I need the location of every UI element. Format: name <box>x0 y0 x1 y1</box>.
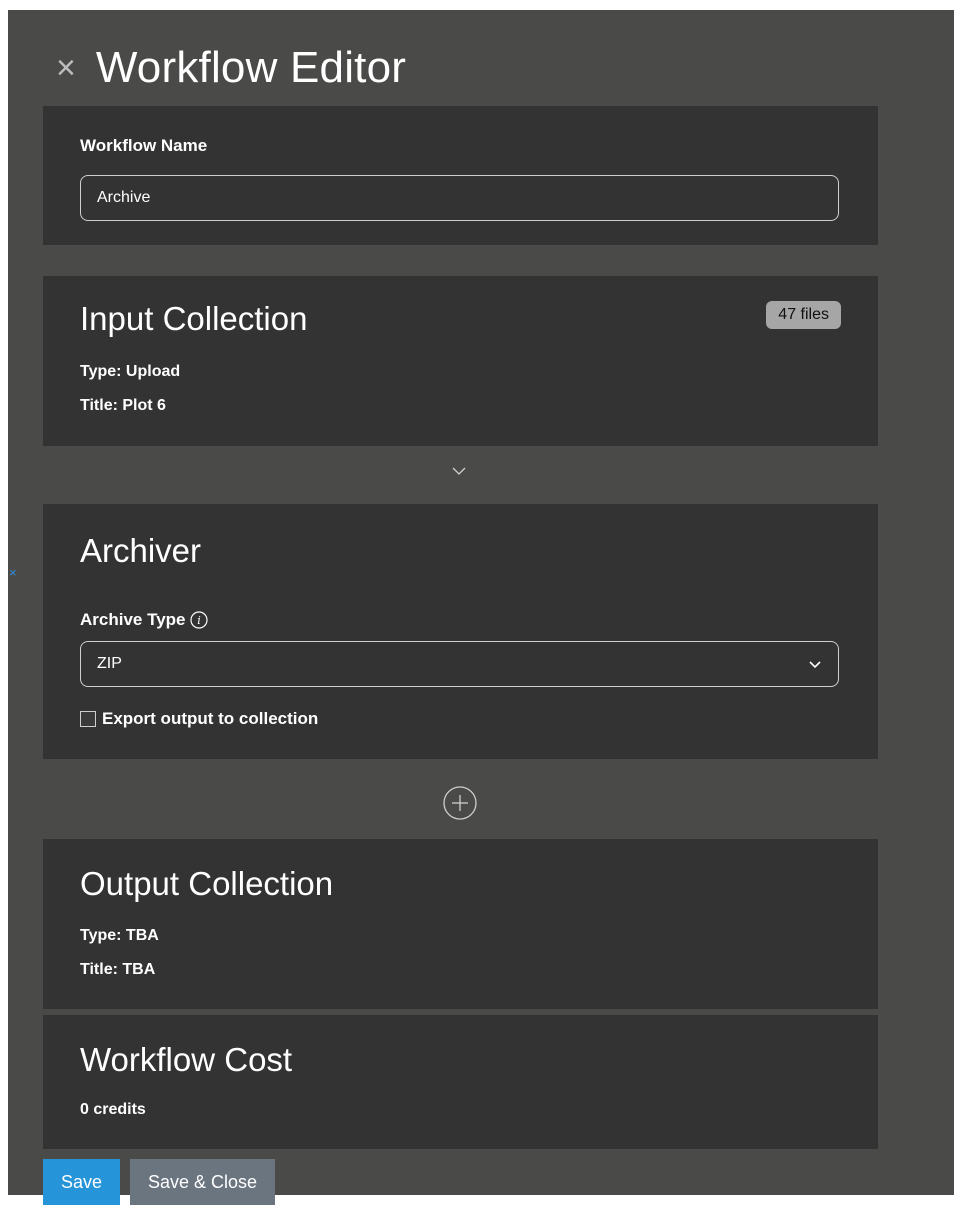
archiver-card: Archiver Archive Type i ZIP Export outpu… <box>43 504 878 759</box>
output-collection-type: Type: TBA <box>80 927 159 944</box>
workflow-cost-title: Workflow Cost <box>80 1041 293 1078</box>
editor-header: × Workflow Editor <box>56 38 406 98</box>
chevron-down-icon[interactable] <box>451 463 467 479</box>
workflow-name-value: Archive <box>97 189 151 206</box>
export-checkbox-label: Export output to collection <box>102 709 319 728</box>
archive-type-select[interactable]: ZIP <box>80 641 839 687</box>
workflow-name-label: Workflow Name <box>80 136 208 155</box>
save-button[interactable]: Save <box>43 1159 120 1205</box>
add-step-icon[interactable] <box>443 786 477 820</box>
output-collection-card: Output Collection Type: TBA Title: TBA <box>43 839 878 1009</box>
chevron-down-icon <box>809 661 821 669</box>
save-and-close-button[interactable]: Save & Close <box>130 1159 275 1205</box>
input-collection-title-line: Title: Plot 6 <box>80 397 166 414</box>
archive-type-label-row: Archive Type i <box>80 610 208 630</box>
workflow-cost-card: Workflow Cost 0 credits <box>43 1015 878 1149</box>
edge-close-icon[interactable]: × <box>9 566 17 579</box>
page-title: Workflow Editor <box>95 43 407 92</box>
workflow-cost-value: 0 credits <box>80 1101 146 1118</box>
export-checkbox-row[interactable]: Export output to collection <box>80 709 318 729</box>
archive-type-value: ZIP <box>97 655 122 672</box>
workflow-name-input[interactable]: Archive <box>80 175 839 221</box>
file-count-badge: 47 files <box>766 301 841 329</box>
svg-text:i: i <box>197 614 201 627</box>
export-checkbox[interactable] <box>80 711 96 727</box>
input-collection-type: Type: Upload <box>80 363 181 380</box>
close-icon[interactable]: × <box>56 51 76 85</box>
output-collection-title: Output Collection <box>80 865 334 902</box>
input-collection-card: Input Collection 47 files Type: Upload T… <box>43 276 878 446</box>
output-collection-title-line: Title: TBA <box>80 961 156 978</box>
archive-type-label: Archive Type <box>80 610 186 629</box>
input-collection-title: Input Collection <box>80 300 308 337</box>
info-icon[interactable]: i <box>189 611 208 629</box>
archiver-title: Archiver <box>80 532 202 569</box>
workflow-name-card: Workflow Name Archive <box>43 106 878 245</box>
